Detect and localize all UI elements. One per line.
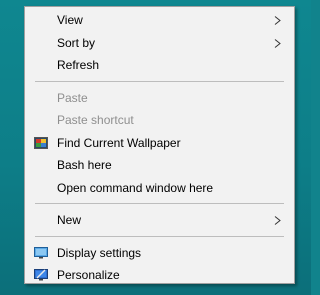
menu-separator [35, 235, 284, 237]
menu-item-paste-shortcut: Paste shortcut [25, 109, 294, 132]
menu-item-bash-here[interactable]: Bash here [25, 154, 294, 177]
menu-item-paste: Paste [25, 87, 294, 110]
chevron-right-icon [274, 16, 281, 25]
menu-item-refresh-label: Refresh [57, 58, 100, 72]
menu-item-open-command-window-here[interactable]: Open command window here [25, 177, 294, 200]
menu-separator [35, 203, 284, 204]
chevron-right-icon [274, 216, 281, 225]
menu-item-paste-label: Paste [57, 90, 88, 105]
menu-item-new-label: New [57, 213, 82, 227]
menu-separator [35, 80, 284, 82]
menu-item-personalize-label: Personalize [57, 268, 120, 282]
menu-item-bash-here-label: Bash here [57, 158, 112, 172]
menu-item-display-settings[interactable]: Display settings [25, 242, 294, 265]
menu-item-view[interactable]: View [25, 9, 294, 32]
personalize-icon [34, 269, 48, 281]
desktop-context-menu: View Sort by Refresh Paste Paste shortcu… [24, 6, 295, 284]
chevron-right-icon [274, 38, 281, 48]
menu-item-open-command-window-here-label: Open command window here [57, 180, 214, 195]
menu-item-display-settings-label: Display settings [57, 245, 142, 260]
menu-item-paste-shortcut-label: Paste shortcut [57, 113, 134, 127]
menu-item-sort-by[interactable]: Sort by [25, 32, 294, 55]
wallpaper-icon [34, 136, 48, 149]
menu-item-new[interactable]: New [25, 209, 294, 232]
menu-item-sort-by-label: Sort by [57, 35, 96, 50]
menu-item-find-current-wallpaper-label: Find Current Wallpaper [57, 135, 181, 150]
display-icon [34, 246, 48, 258]
menu-item-find-current-wallpaper[interactable]: Find Current Wallpaper [25, 132, 294, 155]
menu-item-refresh[interactable]: Refresh [25, 54, 294, 77]
menu-item-personalize[interactable]: Personalize [25, 264, 294, 287]
menu-item-view-label: View [57, 13, 83, 27]
